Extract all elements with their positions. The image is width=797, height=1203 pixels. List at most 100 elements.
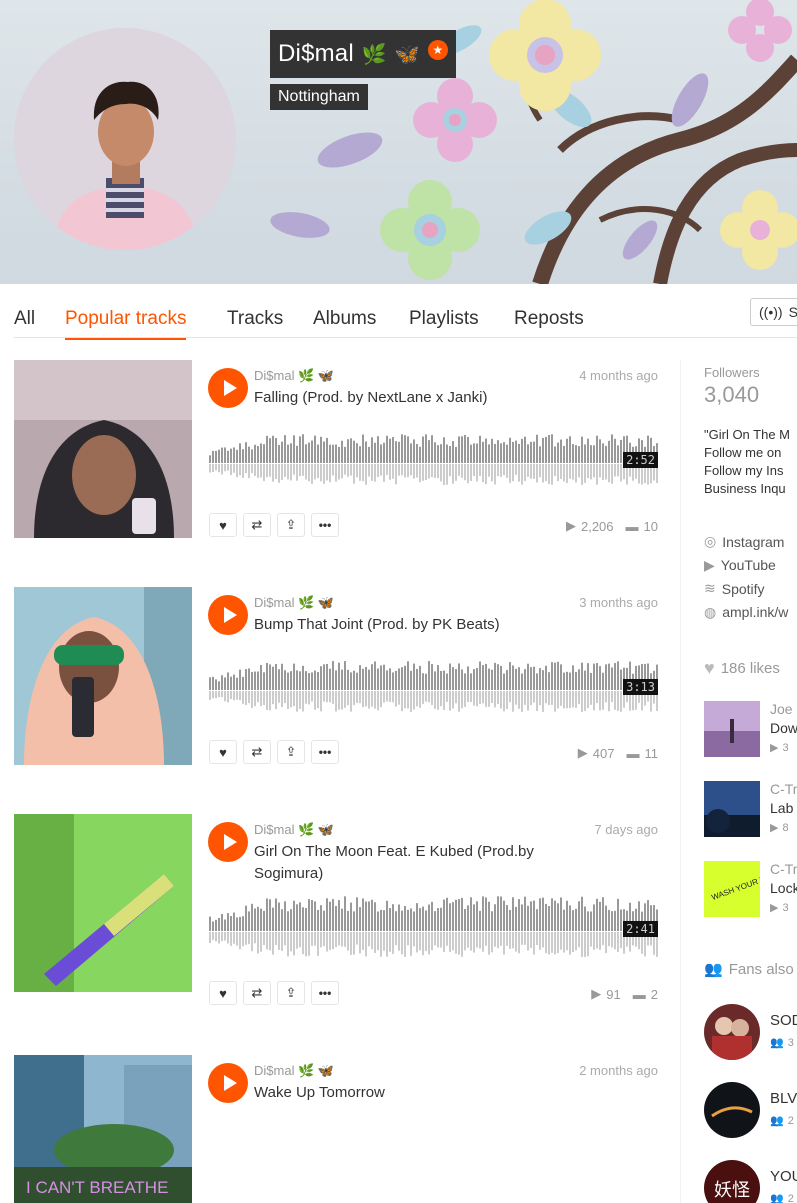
share-button[interactable]: ⇪ xyxy=(277,740,305,764)
waveform-bar xyxy=(242,676,244,690)
comments-count[interactable]: ▬ 10 xyxy=(626,519,658,534)
likes-header[interactable]: ♥ 186 likes xyxy=(704,658,780,679)
waveform-bar xyxy=(560,897,562,931)
waveform-bar xyxy=(353,932,355,955)
tab-albums[interactable]: Albums xyxy=(313,308,376,330)
more-button[interactable]: ••• xyxy=(311,740,339,764)
waveform-bar xyxy=(245,905,247,931)
link-instagram[interactable]: ◎ Instagram xyxy=(704,530,797,554)
track-artwork[interactable] xyxy=(14,587,192,765)
waveform-bar xyxy=(602,672,604,690)
waveform-bar xyxy=(611,932,613,948)
track-waveform[interactable] xyxy=(209,653,658,713)
tab-tracks[interactable]: Tracks xyxy=(227,308,283,330)
waveform-bar xyxy=(473,904,475,931)
profile-location: Nottingham xyxy=(270,84,368,110)
waveform-bar xyxy=(392,437,394,463)
suggested-artist[interactable]: BLV 👥 2 xyxy=(704,1082,797,1138)
play-button[interactable] xyxy=(208,595,248,635)
waveform-bar xyxy=(329,464,331,483)
waveform-bar xyxy=(407,661,409,690)
play-button[interactable] xyxy=(208,1063,248,1103)
track-artwork[interactable] xyxy=(14,814,192,992)
waveform-bar xyxy=(533,900,535,931)
liked-track[interactable]: Joe Dow ▶ 3 xyxy=(704,701,797,757)
share-button[interactable]: ⇪ xyxy=(277,513,305,537)
repost-icon: ⇄ xyxy=(251,744,263,759)
heart-icon: ♥ xyxy=(219,517,227,533)
waveform-bar xyxy=(230,691,232,699)
waveform-bar xyxy=(251,903,253,931)
suggested-artist[interactable]: 妖怪 YOU 👥2 xyxy=(704,1160,797,1203)
track-waveform[interactable] xyxy=(209,888,658,958)
artist-avatar: 妖怪 xyxy=(704,1160,760,1203)
more-button[interactable]: ••• xyxy=(311,513,339,537)
track-title[interactable]: Falling (Prod. by NextLane x Janki) xyxy=(254,387,554,409)
waveform-bar xyxy=(416,668,418,690)
waveform-bar xyxy=(221,932,223,942)
liked-track-user[interactable]: Joe xyxy=(770,701,793,717)
waveform-bar xyxy=(440,670,442,690)
liked-track[interactable]: WASH YOUR HANDS C-Tr Lock ▶3 xyxy=(704,861,797,917)
liked-track-user[interactable]: C-Tr xyxy=(770,781,797,797)
tab-playlists[interactable]: Playlists xyxy=(409,308,479,330)
track-waveform[interactable] xyxy=(209,426,658,486)
artist-name[interactable]: YOU xyxy=(770,1168,797,1185)
play-button[interactable] xyxy=(208,822,248,862)
waveform-bar xyxy=(569,464,571,479)
track-artwork[interactable] xyxy=(14,360,192,538)
track-user[interactable]: Di$mal 🌿 🦋 xyxy=(254,1063,334,1079)
plays-count: ▶ 91 xyxy=(591,986,621,1002)
liked-track-title[interactable]: Lock xyxy=(770,880,797,896)
comments-count[interactable]: ▬ 11 xyxy=(627,746,659,761)
like-button[interactable]: ♥ xyxy=(209,740,237,764)
track-title[interactable]: Bump That Joint (Prod. by PK Beats) xyxy=(254,614,554,636)
comments-count[interactable]: ▬ 2 xyxy=(633,987,658,1002)
waveform-bar xyxy=(416,903,418,931)
tab-reposts[interactable]: Reposts xyxy=(514,308,584,330)
artist-name[interactable]: BLV xyxy=(770,1090,797,1107)
waveform-bar xyxy=(449,464,451,477)
share-button[interactable]: ⇪ xyxy=(277,981,305,1005)
followers-count[interactable]: 3,040 xyxy=(704,382,759,408)
play-button[interactable] xyxy=(208,368,248,408)
more-button[interactable]: ••• xyxy=(311,981,339,1005)
waveform-bar xyxy=(425,910,427,931)
tab-all[interactable]: All xyxy=(14,308,35,330)
track-title[interactable]: Wake Up Tomorrow xyxy=(254,1082,554,1104)
waveform-bar xyxy=(470,932,472,951)
link-website[interactable]: ◍ ampl.ink/w xyxy=(704,601,797,625)
waveform-bar xyxy=(350,672,352,690)
liked-track-title[interactable]: Dow xyxy=(770,720,797,736)
repost-button[interactable]: ⇄ xyxy=(243,981,271,1005)
waveform-bar xyxy=(518,691,520,709)
track-title[interactable]: Girl On The Moon Feat. E Kubed (Prod.by … xyxy=(254,841,554,885)
like-button[interactable]: ♥ xyxy=(209,981,237,1005)
liked-track[interactable]: C-Tr Lab ▶ 8 xyxy=(704,781,797,837)
profile-avatar[interactable] xyxy=(14,28,236,250)
track-user[interactable]: Di$mal 🌿 🦋 xyxy=(254,595,334,611)
liked-track-title[interactable]: Lab xyxy=(770,800,793,816)
waveform-bar xyxy=(356,672,358,690)
waveform-bar xyxy=(581,691,583,712)
repost-button[interactable]: ⇄ xyxy=(243,513,271,537)
liked-track-user[interactable]: C-Tr xyxy=(770,861,797,877)
repost-button[interactable]: ⇄ xyxy=(243,740,271,764)
waveform-bar xyxy=(323,910,325,931)
link-youtube[interactable]: ▶ YouTube xyxy=(704,554,797,578)
tab-popular-tracks[interactable]: Popular tracks xyxy=(65,308,187,340)
waveform-bar xyxy=(269,438,271,463)
suggested-artist[interactable]: SOD 👥3 xyxy=(704,1004,797,1060)
like-button[interactable]: ♥ xyxy=(209,513,237,537)
link-spotify[interactable]: ≋ Spotify xyxy=(704,577,797,601)
waveform-bar xyxy=(218,932,220,944)
waveform-bar xyxy=(347,439,349,463)
track-artwork[interactable]: I CAN'T BREATHE xyxy=(14,1055,192,1203)
track-user[interactable]: Di$mal 🌿 🦋 xyxy=(254,368,334,384)
bio-line: Business Inqu xyxy=(704,481,786,496)
station-button[interactable]: ((•)) St xyxy=(750,298,797,326)
artist-name[interactable]: SOD xyxy=(770,1012,797,1029)
waveform-bar xyxy=(590,932,592,947)
waveform-bar xyxy=(410,908,412,931)
track-user[interactable]: Di$mal 🌿 🦋 xyxy=(254,822,334,838)
